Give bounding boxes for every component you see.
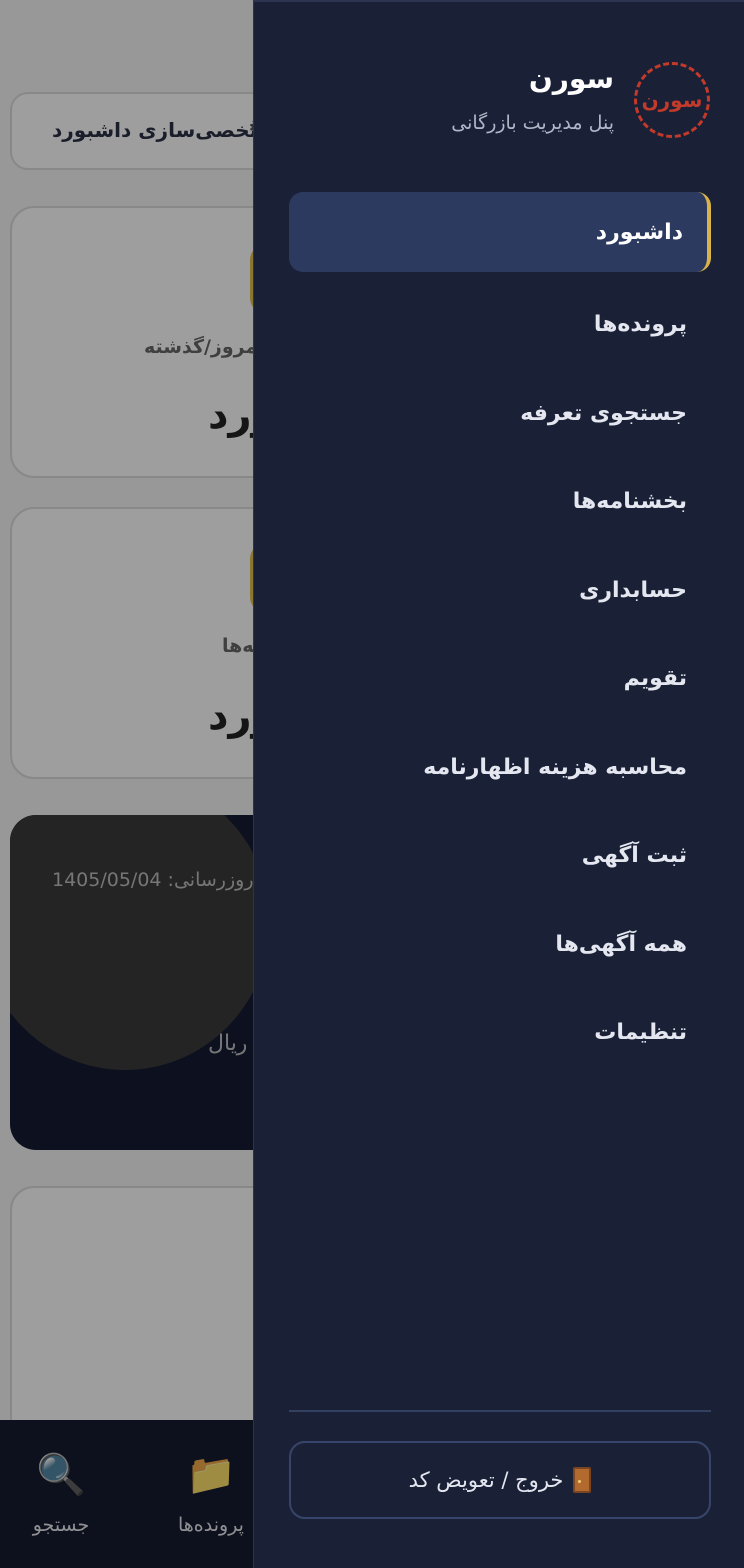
- menu-item-label: محاسبه هزینه اظهارنامه: [423, 754, 687, 780]
- navigation-drawer: سورن سورن پنل مدیریت بازرگانی داشبورد پر…: [253, 0, 744, 1568]
- door-icon: [573, 1467, 592, 1493]
- menu-item-label: بخشنامه‌ها: [572, 489, 687, 515]
- logout-button[interactable]: خروج / تعویض کد: [289, 1441, 711, 1519]
- brand-subtitle: پنل مدیریت بازرگانی: [451, 112, 614, 134]
- menu-item-label: جستجوی تعرفه: [520, 400, 687, 426]
- menu-item-dashboard[interactable]: داشبورد: [289, 192, 711, 272]
- menu-item-calendar[interactable]: تقویم: [289, 635, 711, 724]
- drawer-menu: داشبورد پرونده‌ها جستجوی تعرفه بخشنامه‌ه…: [289, 192, 711, 1077]
- menu-item-label: تنظیمات: [594, 1020, 687, 1046]
- menu-item-settings[interactable]: تنظیمات: [289, 989, 711, 1078]
- brand-name: سورن: [528, 62, 614, 95]
- menu-item-label: پرونده‌ها: [593, 312, 687, 338]
- menu-item-files[interactable]: پرونده‌ها: [289, 281, 711, 370]
- logout-label: خروج / تعویض کد: [408, 1468, 564, 1492]
- menu-item-circulars[interactable]: بخشنامه‌ها: [289, 458, 711, 547]
- divider: [289, 1410, 711, 1412]
- brand-logo: سورن: [634, 62, 710, 138]
- menu-item-label: داشبورد: [595, 219, 683, 245]
- menu-item-tariff-search[interactable]: جستجوی تعرفه: [289, 369, 711, 458]
- menu-item-accounting[interactable]: حسابداری: [289, 546, 711, 635]
- brand-logo-text: سورن: [641, 88, 703, 112]
- menu-item-label: همه آگهی‌ها: [555, 931, 687, 957]
- menu-item-post-ad[interactable]: ثبت آگهی: [289, 812, 711, 901]
- menu-item-label: حسابداری: [579, 577, 687, 603]
- menu-item-label: ثبت آگهی: [581, 843, 687, 869]
- menu-item-all-ads[interactable]: همه آگهی‌ها: [289, 900, 711, 989]
- menu-item-declaration-cost[interactable]: محاسبه هزینه اظهارنامه: [289, 723, 711, 812]
- menu-item-label: تقویم: [623, 666, 687, 692]
